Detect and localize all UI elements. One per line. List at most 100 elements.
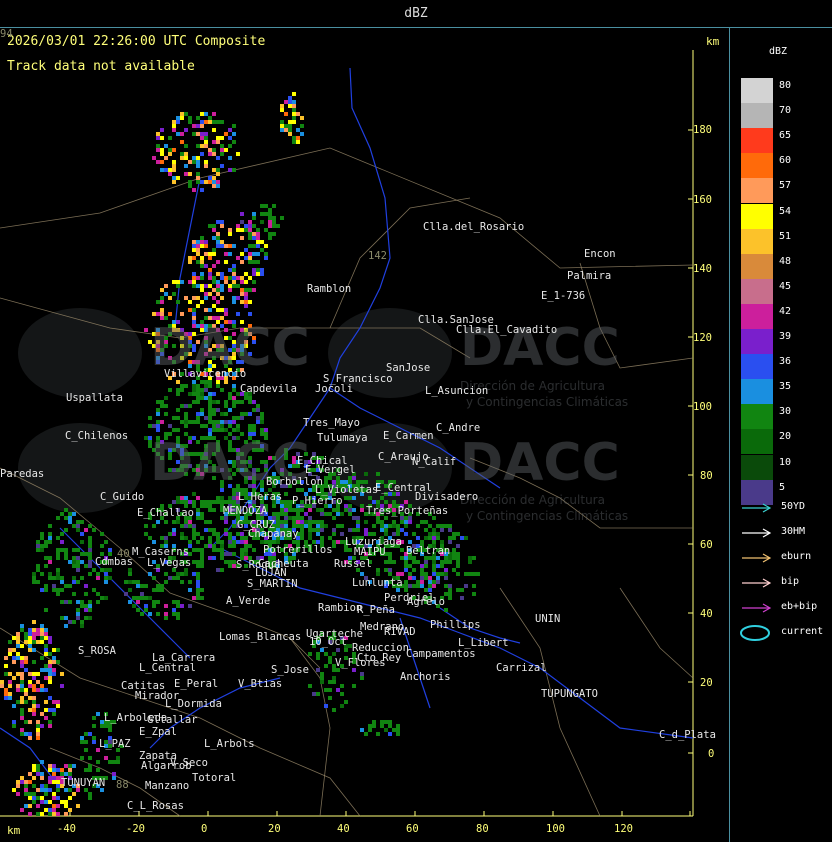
echo-pixel xyxy=(452,552,456,556)
echo-pixel xyxy=(24,792,28,796)
echo-pixel xyxy=(56,700,60,704)
echo-pixel xyxy=(188,300,192,304)
echo-pixel xyxy=(48,776,52,780)
echo-pixel xyxy=(200,136,204,140)
echo-pixel xyxy=(176,388,180,392)
echo-pixel xyxy=(8,672,12,676)
echo-pixel xyxy=(184,416,188,420)
echo-pixel xyxy=(88,732,92,736)
echo-pixel xyxy=(152,524,156,528)
echo-pixel xyxy=(144,436,148,440)
echo-pixel xyxy=(164,144,168,148)
echo-pixel xyxy=(252,288,256,292)
echo-pixel xyxy=(188,184,192,188)
echo-pixel xyxy=(444,524,448,528)
echo-pixel xyxy=(108,728,112,732)
echo-pixel xyxy=(412,560,416,564)
echo-pixel xyxy=(48,780,52,784)
echo-pixel xyxy=(176,284,180,288)
echo-pixel xyxy=(32,712,36,716)
echo-pixel xyxy=(188,500,192,504)
echo-pixel xyxy=(52,772,56,776)
echo-pixel xyxy=(396,572,400,576)
echo-pixel xyxy=(152,156,156,160)
echo-pixel xyxy=(448,524,452,528)
echo-pixel xyxy=(80,604,84,608)
echo-pixel xyxy=(100,544,104,548)
echo-pixel xyxy=(252,548,256,552)
echo-pixel xyxy=(164,536,168,540)
echo-pixel xyxy=(420,580,424,584)
echo-pixel xyxy=(48,576,52,580)
echo-pixel xyxy=(184,520,188,524)
echo-pixel xyxy=(72,576,76,580)
echo-pixel xyxy=(180,500,184,504)
echo-pixel xyxy=(220,428,224,432)
echo-pixel xyxy=(248,260,252,264)
legend-value: 10 xyxy=(779,456,792,468)
echo-pixel xyxy=(400,556,404,560)
echo-pixel xyxy=(48,636,52,640)
echo-pixel xyxy=(252,232,256,236)
echo-pixel xyxy=(144,328,148,332)
echo-pixel xyxy=(392,524,396,528)
echo-pixel xyxy=(204,520,208,524)
track-arrow-icon xyxy=(742,553,772,563)
echo-pixel xyxy=(164,612,168,616)
echo-pixel xyxy=(208,400,212,404)
legend-track-label: eburn xyxy=(781,551,812,562)
echo-pixel xyxy=(132,604,136,608)
echo-pixel xyxy=(40,656,44,660)
echo-pixel xyxy=(288,132,292,136)
echo-pixel xyxy=(156,132,160,136)
echo-pixel xyxy=(432,568,436,572)
echo-pixel xyxy=(420,520,424,524)
echo-pixel xyxy=(208,500,212,504)
echo-pixel xyxy=(84,616,88,620)
echo-pixel xyxy=(452,532,456,536)
echo-pixel xyxy=(48,536,52,540)
radar-map[interactable]: DACC DACC DACC DACC Dirección de Agricul… xyxy=(0,28,730,842)
echo-pixel xyxy=(80,520,84,524)
legend-track-label: 50YD xyxy=(781,501,806,512)
echo-pixel xyxy=(64,584,68,588)
echo-pixel xyxy=(200,152,204,156)
echo-pixel xyxy=(20,700,24,704)
echo-pixel xyxy=(240,400,244,404)
echo-pixel xyxy=(100,596,104,600)
echo-pixel xyxy=(176,300,180,304)
place-label: E_Zpal xyxy=(139,726,177,738)
echo-pixel xyxy=(212,408,216,412)
echo-pixel xyxy=(196,588,200,592)
echo-pixel xyxy=(196,416,200,420)
echo-pixel xyxy=(448,592,452,596)
echo-pixel xyxy=(216,184,220,188)
echo-pixel xyxy=(164,292,168,296)
echo-pixel xyxy=(108,760,112,764)
echo-pixel xyxy=(32,700,36,704)
place-label: UNIN xyxy=(535,613,561,625)
echo-pixel xyxy=(40,548,44,552)
echo-pixel xyxy=(192,596,196,600)
echo-pixel xyxy=(60,800,64,804)
echo-pixel xyxy=(360,728,364,732)
echo-pixel xyxy=(44,664,48,668)
echo-pixel xyxy=(204,284,208,288)
echo-pixel xyxy=(96,592,100,596)
echo-pixel xyxy=(76,568,80,572)
echo-pixel xyxy=(256,416,260,420)
echo-pixel xyxy=(212,236,216,240)
echo-pixel xyxy=(4,696,8,700)
echo-pixel xyxy=(320,520,324,524)
echo-pixel xyxy=(364,520,368,524)
echo-pixel xyxy=(444,576,448,580)
echo-pixel xyxy=(216,496,220,500)
echo-pixel xyxy=(244,412,248,416)
echo-pixel xyxy=(192,240,196,244)
echo-pixel xyxy=(208,384,212,388)
echo-pixel xyxy=(196,532,200,536)
echo-pixel xyxy=(444,560,448,564)
echo-pixel xyxy=(212,140,216,144)
echo-pixel xyxy=(236,228,240,232)
echo-pixel xyxy=(280,104,284,108)
